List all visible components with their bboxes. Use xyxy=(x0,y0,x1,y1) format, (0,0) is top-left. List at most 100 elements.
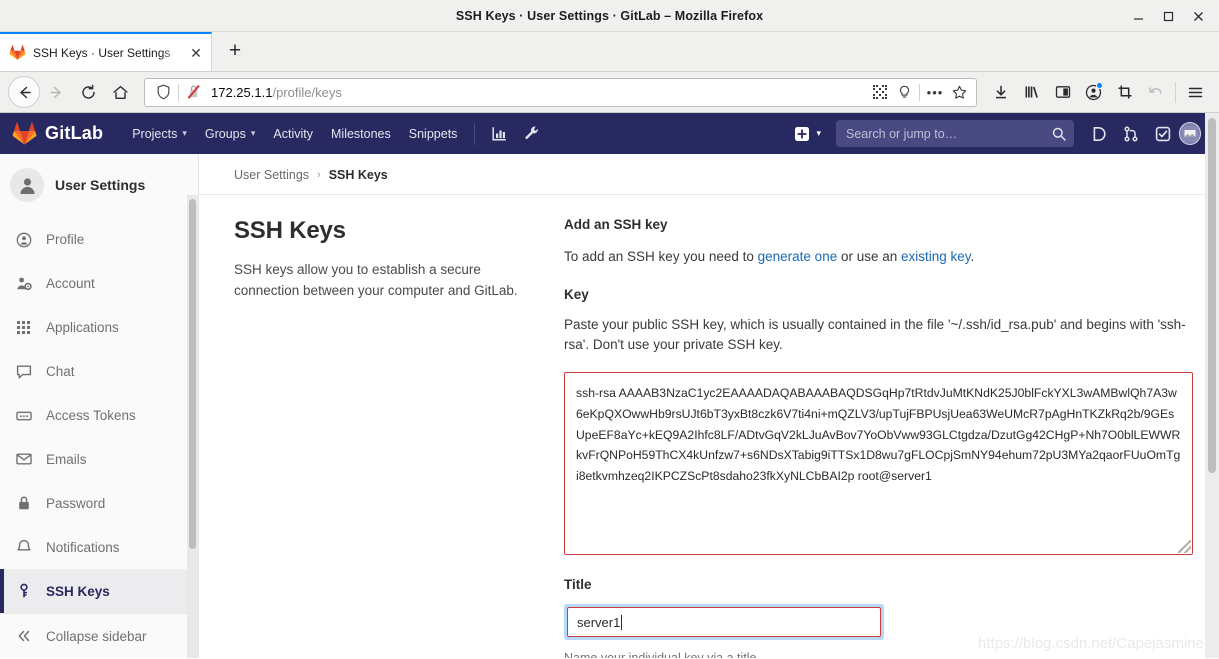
sidebar-item-profile[interactable]: Profile xyxy=(0,218,198,262)
nav-item-groups-label: Groups xyxy=(204,126,246,141)
url-bar[interactable]: 172.25.1.1/profile/keys ••• xyxy=(144,77,977,107)
sidebar-icon[interactable] xyxy=(1047,77,1078,108)
close-button[interactable] xyxy=(1183,0,1213,32)
sidebar-scrollbar-thumb[interactable] xyxy=(189,199,196,549)
textarea-resize-handle[interactable] xyxy=(1178,540,1191,553)
sidebar-item-applications[interactable]: Applications xyxy=(0,306,198,350)
maximize-button[interactable] xyxy=(1153,0,1183,32)
page-scrollbar-thumb[interactable] xyxy=(1208,118,1216,473)
sidebar-item-ssh-keys-label: SSH Keys xyxy=(46,583,110,599)
qr-code-icon[interactable] xyxy=(868,80,892,104)
intro-text-after: . xyxy=(970,249,975,264)
add-ssh-key-intro: To add an SSH key you need to generate o… xyxy=(564,247,1193,267)
reader-lightbulb-icon[interactable] xyxy=(892,80,916,104)
library-icon[interactable] xyxy=(1016,77,1047,108)
page-title: SSH Keys xyxy=(234,217,346,244)
account-icon[interactable] xyxy=(1078,77,1109,108)
sidebar-scrollbar[interactable] xyxy=(187,195,198,658)
page-scrollbar[interactable] xyxy=(1205,113,1219,658)
home-icon xyxy=(113,85,127,99)
reload-button[interactable] xyxy=(72,76,104,108)
intro-text-before: To add an SSH key you need to xyxy=(564,249,758,264)
tab-close-icon[interactable]: ✕ xyxy=(187,44,205,62)
sidebar-item-emails-label: Emails xyxy=(46,451,87,467)
back-arrow-icon xyxy=(19,86,31,98)
title-field-label: Title xyxy=(564,577,592,592)
ssh-key-icon xyxy=(14,583,34,599)
text-cursor xyxy=(621,614,623,630)
todos-icon[interactable] xyxy=(1147,113,1179,154)
access-tokens-icon xyxy=(14,408,34,424)
applications-icon xyxy=(14,320,34,336)
downloads-icon[interactable] xyxy=(985,77,1016,108)
nav-item-projects[interactable]: Projects ▾ xyxy=(123,113,196,154)
avatar xyxy=(1179,122,1202,145)
minimize-button[interactable] xyxy=(1123,0,1153,32)
insecure-connection-icon[interactable] xyxy=(182,80,206,104)
window-controls xyxy=(1123,0,1213,32)
nav-item-activity[interactable]: Activity xyxy=(264,113,322,154)
url-path: /profile/keys xyxy=(272,84,342,100)
hamburger-menu-icon[interactable] xyxy=(1180,77,1211,108)
nav-item-milestones[interactable]: Milestones xyxy=(322,113,400,154)
screenshot-icon[interactable] xyxy=(1109,77,1140,108)
browser-tab-ssh-keys[interactable]: SSH Keys · User Settings ✕ xyxy=(0,32,212,71)
emails-icon xyxy=(14,451,34,467)
close-icon xyxy=(1193,11,1203,21)
key-field-label: Key xyxy=(564,287,589,302)
search-icon xyxy=(1052,127,1066,141)
url-text[interactable]: 172.25.1.1/profile/keys xyxy=(206,85,868,100)
sidebar-item-profile-label: Profile xyxy=(46,232,85,248)
title-input[interactable]: server1 xyxy=(567,607,881,637)
analytics-chart-icon[interactable] xyxy=(483,113,515,154)
bookmark-star-icon[interactable] xyxy=(947,80,971,104)
reload-icon xyxy=(81,84,95,99)
sidebar-item-chat-label: Chat xyxy=(46,364,75,380)
sidebar-item-account[interactable]: Account xyxy=(0,262,198,306)
nav-item-groups[interactable]: Groups ▾ xyxy=(196,113,265,154)
settings-form-column: Add an SSH key To add an SSH key you nee… xyxy=(564,217,1193,658)
new-tab-button[interactable]: + xyxy=(218,34,252,68)
chevron-double-left-icon xyxy=(14,628,34,644)
gitlab-logo[interactable]: GitLab xyxy=(12,121,103,146)
url-host: 172.25.1.1 xyxy=(211,84,273,100)
generate-one-link[interactable]: generate one xyxy=(758,249,838,264)
window-titlebar: SSH Keys · User Settings · GitLab – Mozi… xyxy=(0,0,1219,32)
sidebar-item-emails[interactable]: Emails xyxy=(0,438,198,482)
page-description: SSH keys allow you to establish a secure… xyxy=(234,262,518,298)
sidebar-item-password[interactable]: Password xyxy=(0,481,198,525)
merge-requests-icon[interactable] xyxy=(1115,113,1147,154)
chevron-down-icon: ▾ xyxy=(182,128,187,138)
tab-title: SSH Keys · User Settings xyxy=(33,45,171,60)
nav-item-projects-label: Projects xyxy=(132,126,178,141)
undo-icon[interactable] xyxy=(1140,77,1171,108)
content-inner: User Settings › SSH Keys SSH Keys SSH ke… xyxy=(199,154,1219,658)
sidebar-item-ssh-keys[interactable]: SSH Keys xyxy=(0,569,198,614)
sidebar-item-chat[interactable]: Chat xyxy=(0,350,198,394)
sidebar-item-access-tokens-label: Access Tokens xyxy=(46,408,136,424)
new-dropdown-button[interactable]: ▾ xyxy=(788,113,827,154)
existing-key-link[interactable]: existing key xyxy=(901,249,971,264)
home-button[interactable] xyxy=(104,76,136,108)
sidebar-item-access-tokens[interactable]: Access Tokens xyxy=(0,394,198,438)
breadcrumb: User Settings › SSH Keys xyxy=(234,168,1193,194)
title-field-hint: Name your individual key via a title xyxy=(564,651,757,658)
tracking-protection-shield-icon[interactable] xyxy=(151,80,175,104)
password-lock-icon xyxy=(14,495,34,511)
settings-content: User Settings › SSH Keys SSH Keys SSH ke… xyxy=(199,154,1219,658)
back-button[interactable] xyxy=(8,76,40,108)
forward-button[interactable] xyxy=(40,76,72,108)
sidebar-item-notifications[interactable]: Notifications xyxy=(0,525,198,569)
breadcrumb-parent[interactable]: User Settings xyxy=(234,168,309,182)
issues-icon[interactable] xyxy=(1083,113,1115,154)
page-viewport: GitLab Projects ▾ Groups ▾ Activity Mile… xyxy=(0,113,1219,658)
add-ssh-key-title: Add an SSH key xyxy=(564,217,668,232)
collapse-sidebar-button[interactable]: Collapse sidebar xyxy=(0,613,198,658)
chevron-down-icon: ▾ xyxy=(250,128,256,138)
admin-wrench-icon[interactable] xyxy=(515,113,547,154)
search-input[interactable]: Search or jump to… xyxy=(836,120,1074,147)
chat-icon xyxy=(14,364,34,380)
ssh-key-textarea[interactable]: ssh-rsa AAAAB3NzaC1yc2EAAAADAQABAAABAQDS… xyxy=(564,372,1193,555)
nav-item-snippets[interactable]: Snippets xyxy=(400,113,467,154)
page-actions-more-button[interactable]: ••• xyxy=(923,80,947,104)
